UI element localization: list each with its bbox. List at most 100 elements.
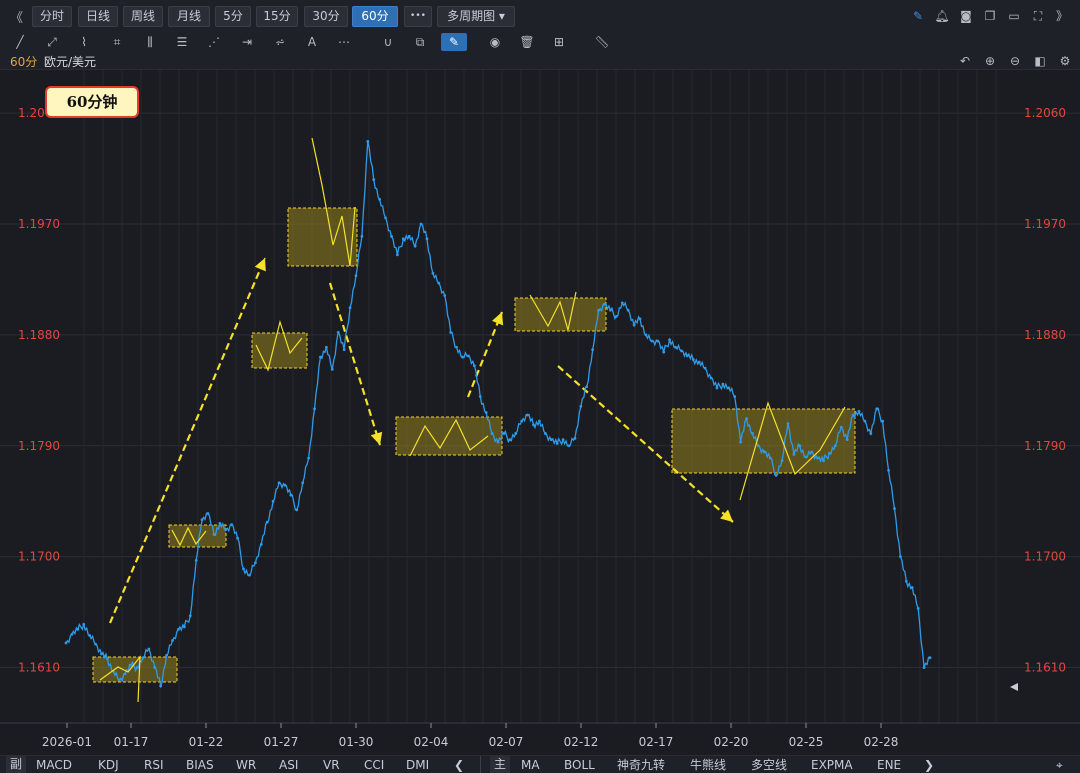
- price-point: [875, 407, 879, 411]
- sub-tab-macd[interactable]: MACD: [36, 757, 72, 773]
- group-icon[interactable]: ⊞: [549, 33, 569, 51]
- price-point: [739, 440, 743, 444]
- price-point: [431, 271, 435, 275]
- period-tab-daily[interactable]: 日线: [78, 6, 118, 27]
- price-point: [496, 440, 500, 444]
- price-point: [650, 339, 654, 343]
- price-point: [407, 234, 411, 238]
- price-point: [419, 222, 423, 226]
- price-point: [816, 456, 819, 460]
- main-tab-ene[interactable]: ENE: [877, 757, 901, 773]
- price-point: [614, 315, 618, 318]
- multi-period-dropdown[interactable]: 多周期图 ▾: [437, 6, 515, 27]
- main-tab-long-short[interactable]: 多空线: [751, 757, 787, 773]
- bell-icon[interactable]: 🔔︎: [934, 8, 950, 24]
- fib-tool-icon[interactable]: ☰: [172, 33, 192, 51]
- price-point: [336, 331, 340, 334]
- price-point: [762, 450, 766, 454]
- nav-back-button[interactable]: 《: [10, 7, 23, 26]
- price-point: [449, 331, 453, 334]
- price-point: [289, 493, 293, 497]
- pencil-icon[interactable]: ✎: [910, 8, 926, 24]
- eye-icon[interactable]: ◉: [485, 33, 505, 51]
- copy-icon[interactable]: ❐: [982, 8, 998, 24]
- magnet-icon[interactable]: ∪: [378, 33, 398, 51]
- price-point: [484, 411, 488, 414]
- price-point: [715, 386, 719, 390]
- price-point: [307, 456, 311, 460]
- line-tool-icon[interactable]: ╱: [10, 33, 30, 51]
- period-tab-fenshi[interactable]: 分时: [32, 6, 72, 27]
- indicator-bar: 副 MACD KDJ RSI BIAS WR ASI VR CCI DMI ❮ …: [0, 755, 1080, 773]
- price-point: [123, 672, 127, 676]
- camera-icon[interactable]: ◙: [958, 8, 974, 24]
- zoom-out-icon[interactable]: ⊖: [1007, 53, 1023, 69]
- sub-tab-dmi[interactable]: DMI: [406, 757, 429, 773]
- sub-tab-bias[interactable]: BIAS: [186, 757, 214, 773]
- period-tab-monthly[interactable]: 月线: [168, 6, 210, 27]
- ray-tool-icon[interactable]: ⤢: [42, 33, 62, 51]
- y-tick-label-left: 1.1970: [18, 217, 60, 231]
- sub-tab-rsi[interactable]: RSI: [144, 757, 164, 773]
- main-tab-ma[interactable]: MA: [521, 757, 540, 773]
- collapse-icon[interactable]: 》: [1054, 8, 1070, 24]
- ruler-icon[interactable]: 📏︎: [592, 33, 612, 51]
- sub-tabs-prev-button[interactable]: ❮: [454, 757, 464, 773]
- fullscreen-icon[interactable]: ⛶: [1030, 8, 1046, 24]
- price-point: [733, 395, 737, 398]
- price-point: [899, 555, 902, 559]
- price-chart[interactable]: 1.20601.19701.18801.17901.17001.1610 1.2…: [0, 70, 1080, 755]
- price-point: [520, 419, 524, 423]
- consolidation-box: [251, 332, 308, 369]
- bottom-divider: [480, 756, 481, 773]
- more-periods-button[interactable]: •••: [404, 6, 432, 27]
- gann-tool-icon[interactable]: ⩫: [270, 33, 290, 51]
- period-tab-30min[interactable]: 30分: [304, 6, 348, 27]
- main-tab-bull-bear[interactable]: 牛熊线: [690, 757, 726, 773]
- fan-tool-icon[interactable]: ⋰: [204, 33, 224, 51]
- split-icon[interactable]: ◧: [1032, 53, 1048, 69]
- trash-icon[interactable]: 🗑︎: [517, 33, 537, 51]
- x-tick-label: 02-07: [489, 735, 524, 749]
- main-tabs-next-button[interactable]: ❯: [924, 757, 934, 773]
- consolidation-box: [287, 207, 358, 267]
- settings-icon[interactable]: ⚙: [1057, 53, 1073, 69]
- main-tab-nine-turns[interactable]: 神奇九转: [617, 757, 665, 773]
- price-point: [283, 483, 287, 487]
- period-tab-5min[interactable]: 5分: [215, 6, 251, 27]
- crop-tool-icon[interactable]: ⌗: [107, 33, 127, 51]
- measure-tool-icon[interactable]: ⇥: [237, 33, 257, 51]
- price-point: [425, 237, 429, 241]
- more-tools-icon[interactable]: ⋯: [334, 33, 354, 51]
- parallel-tool-icon[interactable]: ⫼: [140, 33, 160, 51]
- zoom-in-icon[interactable]: ⊕: [982, 53, 998, 69]
- sub-tab-kdj[interactable]: KDJ: [98, 757, 119, 773]
- brush-icon[interactable]: ✎: [441, 33, 467, 51]
- sub-tab-asi[interactable]: ASI: [279, 757, 298, 773]
- main-tab-boll[interactable]: BOLL: [564, 757, 595, 773]
- price-point: [626, 308, 630, 312]
- price-point: [94, 642, 97, 646]
- undo-icon[interactable]: ↶: [957, 53, 973, 69]
- layers-icon[interactable]: ⧉: [410, 33, 430, 51]
- period-tab-weekly[interactable]: 周线: [123, 6, 163, 27]
- sub-tab-wr[interactable]: WR: [236, 757, 256, 773]
- price-point: [200, 518, 204, 522]
- price-point: [508, 438, 512, 442]
- price-point: [810, 450, 814, 454]
- text-tool-icon[interactable]: A: [302, 33, 322, 51]
- price-point: [401, 237, 405, 241]
- sub-tab-cci[interactable]: CCI: [364, 757, 384, 773]
- price-point: [147, 647, 151, 651]
- price-point: [656, 339, 660, 343]
- monitor-icon[interactable]: ▭: [1006, 8, 1022, 24]
- y-tick-label-left: 1.1880: [18, 328, 60, 342]
- price-point: [82, 623, 86, 626]
- period-tab-60min[interactable]: 60分: [352, 6, 398, 27]
- main-tab-expma[interactable]: EXPMA: [811, 757, 853, 773]
- period-tab-15min[interactable]: 15分: [256, 6, 298, 27]
- sub-tab-vr[interactable]: VR: [323, 757, 340, 773]
- polyline-tool-icon[interactable]: ⌇: [74, 33, 94, 51]
- location-pin-icon[interactable]: ⌖: [1056, 757, 1063, 773]
- price-point: [904, 579, 908, 583]
